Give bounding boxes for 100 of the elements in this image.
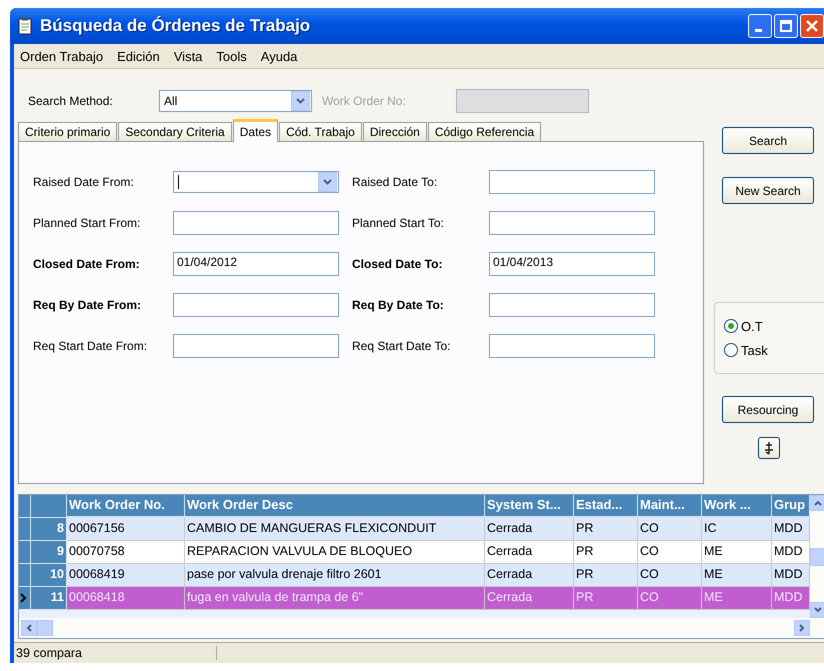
menu-item[interactable]: Orden Trabajo (20, 48, 104, 64)
window-title: Búsqueda de Órdenes de Trabajo (40, 16, 312, 36)
field-label: Req Start Date From: (33, 339, 148, 353)
table-cell: Cerrada (485, 518, 574, 541)
column-header[interactable]: System St... (485, 495, 574, 518)
scroll-right-icon[interactable] (794, 620, 810, 636)
date-field[interactable] (173, 334, 339, 358)
table-cell: CO (638, 564, 702, 587)
field-label: Req By Date To: (352, 298, 444, 312)
row-number: 10 (31, 564, 67, 587)
table-cell: CO (638, 541, 702, 564)
table-cell: CO (638, 518, 702, 541)
menu-item[interactable]: Ayuda (260, 48, 298, 64)
scroll-up-icon[interactable] (810, 495, 824, 511)
row-number: 11 (31, 587, 67, 610)
row-indicator (19, 541, 31, 564)
table-cell: IC (702, 518, 772, 541)
date-field[interactable]: 01/04/2012 (173, 252, 339, 276)
work-order-no-label: Work Order No: (322, 94, 407, 108)
table-cell: MDD (772, 518, 810, 541)
minimize-icon (754, 28, 762, 32)
column-header[interactable]: Estad... (574, 495, 638, 518)
status-text: 39 compara (14, 646, 217, 660)
vertical-scrollbar[interactable] (810, 495, 824, 618)
field-label: Planned Start From: (33, 216, 140, 230)
field-label: Closed Date From: (33, 257, 140, 271)
work-order-no-field[interactable] (456, 89, 589, 113)
search-method-dropdown[interactable]: All (159, 90, 312, 112)
tab[interactable]: Criterio primario (18, 122, 118, 142)
table-cell: ME (702, 587, 772, 610)
resourcing-button[interactable]: Resourcing (722, 396, 814, 423)
scroll-down-icon[interactable] (810, 602, 824, 618)
table-cell: MDD (772, 564, 810, 587)
date-field[interactable] (489, 170, 655, 194)
table-cell: pase por valvula drenaje filtro 2601 (185, 564, 485, 587)
pin-button[interactable] (758, 437, 780, 459)
horizontal-scrollbar[interactable] (19, 618, 824, 638)
tab[interactable]: Dates (232, 119, 278, 142)
field-label: Raised Date From: (33, 175, 134, 189)
pin-icon (763, 441, 775, 455)
table-cell: CAMBIO DE MANGUERAS FLEXICONDUIT (185, 518, 485, 541)
field-label: Planned Start To: (352, 216, 444, 230)
date-field[interactable] (489, 334, 655, 358)
table-cell: ME (702, 541, 772, 564)
table-cell: Cerrada (485, 587, 574, 610)
row-number: 8 (31, 518, 67, 541)
table-cell: PR (574, 518, 638, 541)
date-field[interactable] (489, 293, 655, 317)
date-field[interactable]: 01/04/2013 (489, 252, 655, 276)
close-button[interactable] (800, 14, 824, 38)
table-cell: PR (574, 564, 638, 587)
column-header[interactable]: Work Order No. (67, 495, 185, 518)
column-header[interactable]: Maint... (638, 495, 702, 518)
new-search-button[interactable]: New Search (722, 177, 814, 204)
radio-button[interactable] (723, 342, 739, 358)
table-cell: PR (574, 587, 638, 610)
menu-item[interactable]: Edición (117, 48, 160, 64)
radio-label: Task (741, 342, 768, 358)
table-cell: 00068418 (67, 587, 185, 610)
table-cell: CO (638, 587, 702, 610)
table-cell: ME (702, 564, 772, 587)
field-label: Req Start Date To: (352, 339, 450, 353)
search-button[interactable]: Search (722, 127, 814, 154)
minimize-button[interactable] (748, 14, 772, 38)
table-cell: MDD (772, 587, 810, 610)
date-field[interactable] (173, 211, 339, 235)
radio-button[interactable] (723, 318, 739, 334)
column-header[interactable]: Work ... (702, 495, 772, 518)
search-method-label: Search Method: (28, 94, 113, 108)
table-cell: PR (574, 541, 638, 564)
radio-label: O.T (741, 318, 763, 334)
table-cell: 00068419 (67, 564, 185, 587)
table-cell: Cerrada (485, 541, 574, 564)
column-header[interactable]: Work Order Desc (185, 495, 485, 518)
tab[interactable]: Secondary Criteria (118, 122, 232, 142)
field-label: Raised Date To: (352, 175, 438, 189)
table-cell: REPARACION VALVULA DE BLOQUEO (185, 541, 485, 564)
header-corner (19, 495, 31, 518)
maximize-button[interactable] (774, 14, 798, 38)
scroll-left-icon[interactable] (21, 620, 37, 636)
menu-item[interactable]: Vista (174, 48, 202, 64)
table-cell: fuga en valvula de trampa de 6" (185, 587, 485, 610)
table-cell: MDD (772, 541, 810, 564)
tab[interactable]: Código Referencia (428, 122, 542, 142)
clipboard-icon (18, 17, 32, 35)
field-label: Req By Date From: (33, 298, 142, 312)
row-number: 9 (31, 541, 67, 564)
date-field[interactable] (173, 293, 339, 317)
tab[interactable]: Dirección (362, 122, 427, 142)
date-field[interactable] (489, 211, 655, 235)
scroll-thumb[interactable] (37, 620, 53, 636)
date-dropdown[interactable] (173, 171, 339, 193)
close-icon (806, 20, 818, 32)
column-header[interactable]: Grup (772, 495, 810, 518)
table-cell: 00067156 (67, 518, 185, 541)
current-row-icon (19, 593, 27, 603)
maximize-icon (780, 20, 792, 32)
scroll-thumb[interactable] (810, 548, 824, 566)
menu-item[interactable]: Tools (216, 48, 247, 64)
tab[interactable]: Cód. Trabajo (279, 122, 362, 142)
